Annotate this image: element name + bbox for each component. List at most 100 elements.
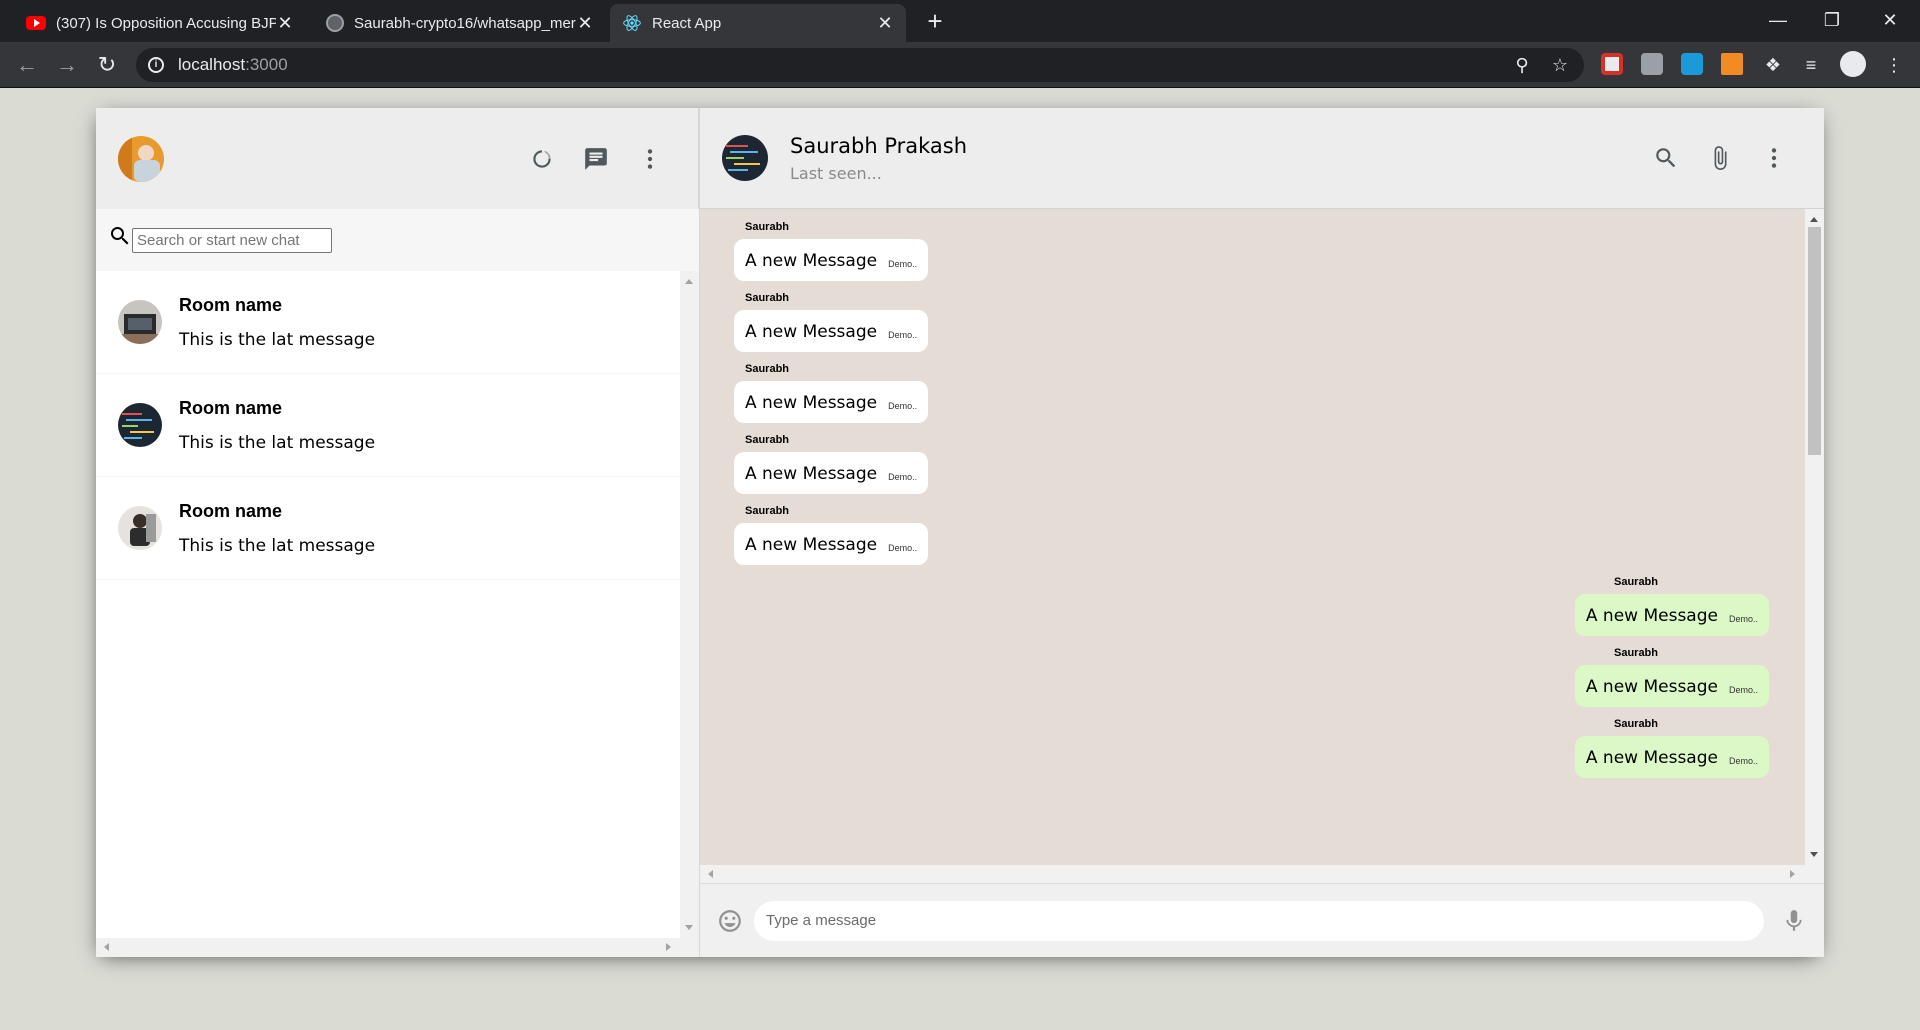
- message-bubble: A new Message Demo..: [734, 523, 929, 565]
- new-tab-button[interactable]: +: [920, 6, 950, 36]
- scroll-right-arrow-icon[interactable]: [666, 943, 671, 951]
- message-timestamp: Demo..: [1728, 614, 1758, 624]
- user-avatar-image: [118, 135, 164, 182]
- chat-menu-button[interactable]: [1756, 140, 1792, 176]
- star-icon[interactable]: ☆: [1548, 53, 1572, 77]
- message-sender: Saurabh: [1613, 647, 1658, 659]
- message: Saurabh A new Message Demo..: [734, 718, 1769, 778]
- profile-avatar-icon[interactable]: [1840, 51, 1866, 77]
- new-chat-button[interactable]: [578, 141, 614, 177]
- room-avatar-image: [118, 403, 162, 447]
- message-bubble: A new Message Demo..: [734, 239, 929, 281]
- message-timestamp: Demo..: [888, 401, 918, 411]
- address-bar[interactable]: i localhost:3000 ⚲ ☆: [136, 48, 1584, 82]
- voice-message-button[interactable]: [1776, 903, 1812, 939]
- browser-tab-github[interactable]: Saurabh-crypto16/whatsapp_mer ✕: [314, 4, 606, 42]
- more-vert-icon: [1771, 148, 1777, 168]
- message-text: A new Message: [1585, 606, 1718, 626]
- scroll-up-arrow-icon[interactable]: [685, 279, 693, 284]
- chat-list-container: Room name This is the lat message Room n…: [96, 271, 699, 938]
- scroll-down-arrow-icon[interactable]: [685, 925, 693, 930]
- last-seen-status: Last seen...: [790, 163, 882, 183]
- sidebar: Room name This is the lat message: [96, 108, 700, 957]
- chat-body-container: Saurabh A new Message Demo.. Saurabh A n…: [700, 209, 1824, 884]
- sidebar-header: [96, 108, 699, 209]
- github-icon: [326, 14, 344, 32]
- info-icon[interactable]: i: [148, 57, 164, 73]
- message: Saurabh A new Message Demo..: [734, 434, 1769, 494]
- tab-title: (307) Is Opposition Accusing BJP: [56, 14, 276, 32]
- window-close-button[interactable]: ✕: [1860, 0, 1920, 42]
- scroll-right-arrow-icon[interactable]: [1790, 870, 1795, 878]
- search-input[interactable]: [132, 227, 332, 253]
- message-text: A new Message: [745, 251, 878, 271]
- close-icon[interactable]: ✕: [276, 13, 294, 34]
- search-chat-button[interactable]: [1648, 140, 1684, 176]
- sidebar-menu-button[interactable]: [632, 141, 668, 177]
- scrollbar-thumb[interactable]: [1808, 227, 1821, 455]
- scroll-up-arrow-icon[interactable]: [1810, 217, 1818, 222]
- url-text[interactable]: localhost:3000: [178, 55, 288, 75]
- avatar: [118, 300, 162, 344]
- message-input[interactable]: [754, 900, 1764, 941]
- scroll-left-arrow-icon[interactable]: [708, 870, 713, 878]
- minimize-button[interactable]: —: [1748, 0, 1808, 42]
- message-sender: Saurabh: [745, 434, 790, 446]
- url-host: localhost: [178, 55, 246, 74]
- chat-list-item[interactable]: Room name This is the lat message: [96, 374, 680, 477]
- chat-last-message: This is the lat message: [179, 329, 376, 350]
- back-button[interactable]: ←: [13, 51, 41, 79]
- restore-button[interactable]: ❐: [1802, 0, 1862, 42]
- message-bubble: A new Message Demo..: [1574, 594, 1769, 636]
- more-vert-icon: [647, 148, 653, 169]
- scroll-left-arrow-icon[interactable]: [104, 943, 109, 951]
- avatar[interactable]: [118, 135, 164, 182]
- contact-avatar-image: [722, 135, 768, 181]
- emoji-button[interactable]: [712, 903, 748, 939]
- message-list: Saurabh A new Message Demo.. Saurabh A n…: [700, 209, 1805, 865]
- mic-icon: [1786, 909, 1802, 931]
- sidebar-vertical-scrollbar[interactable]: [680, 271, 699, 938]
- status-icon: [533, 149, 551, 168]
- reload-button[interactable]: ↻: [93, 51, 121, 79]
- react-icon: [623, 15, 641, 31]
- zoom-icon[interactable]: ⚲: [1510, 53, 1534, 77]
- close-icon[interactable]: ✕: [876, 13, 894, 34]
- sidebar-horizontal-scrollbar[interactable]: [96, 938, 699, 957]
- tab-title: React App: [652, 14, 722, 32]
- avatar[interactable]: [722, 135, 768, 181]
- extension-icon[interactable]: [1641, 53, 1663, 75]
- message-bubble: A new Message Demo..: [1574, 736, 1769, 778]
- extension-icon[interactable]: [1721, 53, 1743, 75]
- chat-horizontal-scrollbar[interactable]: [700, 865, 1824, 884]
- message-timestamp: Demo..: [1728, 685, 1758, 695]
- message: Saurabh A new Message Demo..: [734, 363, 1769, 423]
- chat-vertical-scrollbar[interactable]: [1805, 209, 1824, 865]
- browser-tab-react-app[interactable]: React App ✕: [610, 4, 906, 42]
- extension-icon[interactable]: [1681, 53, 1703, 75]
- message-bubble: A new Message Demo..: [734, 381, 929, 423]
- chat-icon: [585, 147, 607, 170]
- status-button[interactable]: [524, 141, 560, 177]
- forward-button[interactable]: →: [53, 51, 81, 79]
- message-sender: Saurabh: [1613, 576, 1658, 588]
- message-text: A new Message: [1585, 748, 1718, 768]
- close-icon[interactable]: ✕: [576, 13, 594, 34]
- message: Saurabh A new Message Demo..: [734, 647, 1769, 707]
- attach-file-icon: [1714, 146, 1727, 170]
- pocket-extension-icon[interactable]: [1601, 53, 1623, 75]
- chat-list-item[interactable]: Room name This is the lat message: [96, 271, 680, 374]
- emoji-icon: [719, 909, 741, 932]
- browser-tab-youtube[interactable]: (307) Is Opposition Accusing BJP ✕: [14, 4, 306, 42]
- chat-list-item[interactable]: Room name This is the lat message: [96, 477, 680, 580]
- chat-list: Room name This is the lat message Room n…: [96, 271, 680, 938]
- message-bubble: A new Message Demo..: [734, 310, 929, 352]
- chat-header: Saurabh Prakash Last seen...: [700, 108, 1824, 209]
- media-queue-icon[interactable]: ≡: [1799, 53, 1823, 77]
- puzzle-icon[interactable]: ❖: [1761, 53, 1785, 77]
- scroll-down-arrow-icon[interactable]: [1810, 852, 1818, 857]
- message-timestamp: Demo..: [888, 330, 918, 340]
- browser-menu-icon[interactable]: ⋮: [1882, 53, 1906, 77]
- attach-button[interactable]: [1702, 140, 1738, 176]
- message-timestamp: Demo..: [1728, 756, 1758, 766]
